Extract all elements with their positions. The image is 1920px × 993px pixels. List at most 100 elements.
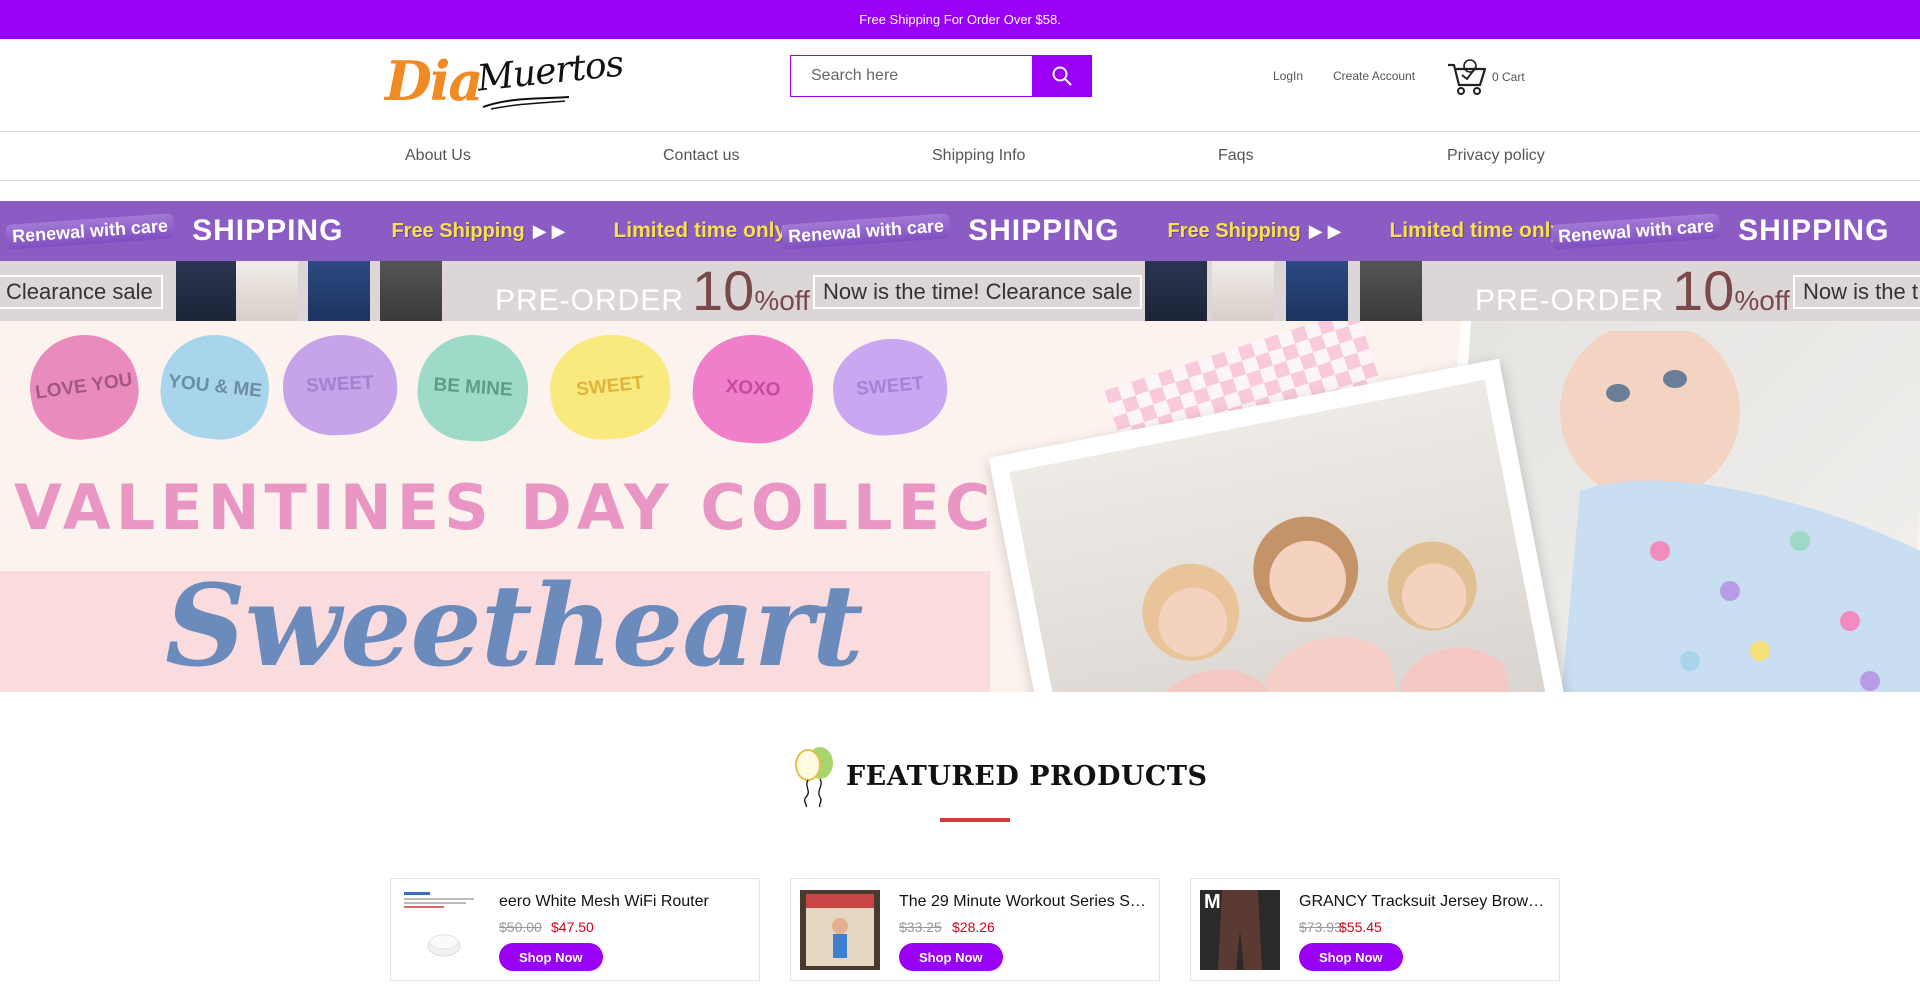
clearance-box: Clearance sale [0,275,163,309]
search-bar [790,55,1092,97]
discount-suffix: %off [754,285,810,316]
product-image-tracksuit[interactable]: M [1200,890,1280,970]
preorder-block: PRE-ORDER 10 %off [1475,261,1790,321]
product-old-price: $50.00 [499,919,542,935]
renewal-label: Renewal with care [5,212,175,250]
shop-now-button[interactable]: Shop Now [499,943,603,971]
free-shipping-label: Free Shipping [1167,219,1301,242]
free-shipping-label: Free Shipping [391,219,525,242]
candy-heart: SWEET [544,329,676,445]
play-arrows-icon: ▶ ▶ [1308,220,1342,241]
balloons-icon [795,747,833,807]
limited-time-label: Limited time only [613,219,787,242]
kids-photo-frame [988,358,1568,692]
nav-item-contact-us[interactable]: Contact us [663,147,739,165]
shipping-label: SHIPPING [192,214,344,247]
discount-suffix: %off [1734,285,1790,316]
candy-heart: LOVE YOU [23,327,145,447]
product-title[interactable]: GRANCY Tracksuit Jersey Brown M [1299,893,1549,911]
svg-text:M: M [1204,891,1221,913]
search-button[interactable] [1032,55,1092,97]
site-logo[interactable]: Dia Muertos [385,43,625,113]
now-time-label: Now is the time! Clearance sale [823,279,1133,304]
discount-number: 10 [1672,261,1735,321]
hero-banner[interactable]: LOVE YOU YOU & ME SWEET BE MINE SWEET XO… [0,321,1920,692]
now-time-box: Now is the t [1793,275,1920,309]
product-title[interactable]: The 29 Minute Workout Series S… [899,893,1149,911]
nav-item-privacy-policy[interactable]: Privacy policy [1447,147,1545,165]
logo-word-dia: Dia [385,49,483,113]
search-icon [1052,66,1072,86]
renewal-label: Renewal with care [1551,212,1721,250]
create-account-link[interactable]: Create Account [1333,69,1415,83]
now-time-box: Now is the time! Clearance sale [813,275,1143,309]
product-card[interactable]: M GRANCY Tracksuit Jersey Brown M $73.93… [1190,878,1560,981]
limited-time-label: Limited time only [1389,219,1563,242]
baby-photo-image [1560,331,1920,692]
shipping-label: SHIPPING [1738,214,1890,247]
preorder-label: PRE-ORDER [1475,284,1665,317]
login-link[interactable]: LogIn [1273,69,1303,83]
nav-item-shipping-info[interactable]: Shipping Info [932,147,1025,165]
heart-text: BE MINE [432,374,514,401]
preorder-block: PRE-ORDER 10 %off [495,261,810,321]
candy-heart: XOXO [689,330,817,448]
cart-link[interactable]: 0 Cart [1446,57,1525,97]
nav-item-about-us[interactable]: About Us [405,147,471,165]
candy-heart: YOU & ME [155,329,275,445]
heart-text: SWEET [855,373,925,400]
discount-number: 10 [692,261,755,321]
cart-icon [1448,59,1487,95]
product-thumb-image [380,261,442,321]
shop-now-button[interactable]: Shop Now [899,943,1003,971]
product-card[interactable]: The 29 Minute Workout Series S… $33.25 $… [790,878,1160,981]
product-thumb-image [1212,261,1274,321]
heart-text: SWEET [575,372,645,401]
sweetheart-script: Sweetheart [165,561,864,692]
product-thumb-image [176,261,238,321]
product-old-price: $73.93 [1299,919,1342,935]
announcement-text: Free Shipping For Order Over $58. [859,12,1061,27]
product-image-workout[interactable] [800,890,880,970]
product-thumb-image [1145,261,1207,321]
candy-heart: BE MINE [414,331,532,445]
play-arrows-icon: ▶ ▶ [532,220,566,241]
featured-products-title: FEATURED PRODUCTS [846,760,1208,792]
product-thumb-image [308,261,370,321]
candy-heart: SWEET [280,332,400,438]
renewal-label: Renewal with care [781,212,951,250]
product-sale-price: $47.50 [551,919,594,935]
now-time-label: Now is the t [1803,279,1918,304]
section-divider [940,818,1010,822]
product-old-price: $33.25 [899,919,942,935]
kids-photo-image [1009,379,1547,692]
logo-swoosh-icon [482,96,570,110]
featured-products-heading: FEATURED PRODUCTS [790,745,1208,807]
cart-count-label: 0 Cart [1492,70,1525,84]
heart-text: YOU & ME [167,371,263,402]
heart-text: XOXO [724,376,782,401]
nav-item-faqs[interactable]: Faqs [1218,147,1254,165]
clearance-label: Clearance sale [6,279,153,304]
promo-strip-shipping[interactable]: Renewal with care SHIPPING Free Shipping… [0,201,1920,261]
site-header: Dia Muertos LogIn Create Account 0 Cart [0,39,1920,130]
product-thumb-image [236,261,298,321]
logo-word-muertos: Muertos [475,43,625,100]
product-thumb-image [1360,261,1422,321]
product-thumb-image [1286,261,1348,321]
shipping-label: SHIPPING [968,214,1120,247]
announcement-bar: Free Shipping For Order Over $58. [0,0,1920,39]
preorder-label: PRE-ORDER [495,284,685,317]
main-nav: About Us Contact us Shipping Info Faqs P… [0,131,1920,181]
shop-now-button[interactable]: Shop Now [1299,943,1403,971]
product-title[interactable]: eero White Mesh WiFi Router [499,893,749,911]
heart-text: SWEET [305,372,375,397]
product-sale-price: $28.26 [952,919,995,935]
heart-text: LOVE YOU [34,369,134,404]
search-input[interactable] [790,55,1032,97]
product-card[interactable]: eero White Mesh WiFi Router $50.00 $47.5… [390,878,760,981]
product-image-router[interactable] [400,890,480,970]
product-sale-price: $55.45 [1339,919,1382,935]
promo-strip-clearance[interactable]: Clearance sale PRE-ORDER 10 %off Now is … [0,261,1920,321]
candy-heart: SWEET [829,334,951,440]
